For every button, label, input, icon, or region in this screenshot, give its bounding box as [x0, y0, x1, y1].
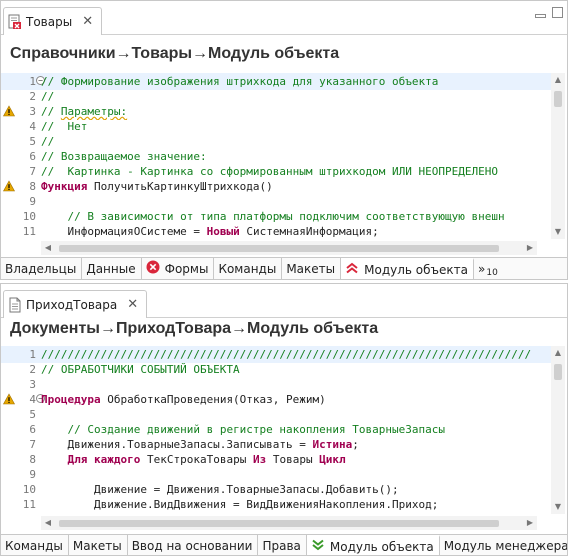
- catalog-doc-icon: [8, 14, 22, 30]
- window-controls: [535, 7, 563, 18]
- scroll-up-icon[interactable]: ▲: [551, 346, 565, 360]
- scroll-down-icon[interactable]: ▼: [551, 500, 565, 514]
- module-tab[interactable]: Права: [258, 535, 307, 555]
- editor-tabbar: Товары ✕: [1, 1, 567, 35]
- module-tab-label: Ввод на основании: [131, 538, 253, 553]
- horizontal-scrollbar[interactable]: ◀ ▶: [41, 516, 537, 530]
- more-tabs-button[interactable]: » 10: [474, 258, 502, 279]
- document-icon: [8, 297, 22, 313]
- code-line[interactable]: 11 Движение.ВидДвижения = ВидДвиженияНак…: [1, 496, 552, 513]
- module-tab[interactable]: Команды: [1, 535, 69, 555]
- scroll-left-icon[interactable]: ◀: [41, 516, 55, 530]
- scroll-thumb[interactable]: [554, 91, 562, 107]
- horizontal-scrollbar[interactable]: ◀ ▶: [41, 241, 537, 255]
- close-icon[interactable]: ✕: [127, 297, 138, 312]
- module-tab[interactable]: Данные: [82, 258, 142, 279]
- module-tab[interactable]: Макеты: [282, 258, 342, 279]
- vertical-scrollbar[interactable]: ▲ ▼: [551, 73, 565, 239]
- close-icon[interactable]: ✕: [82, 14, 93, 29]
- catalog-editor-pane: Товары ✕ Справочники→Товары→Модуль объек…: [0, 0, 568, 280]
- code-editor[interactable]: 1///////////////////////////////////////…: [1, 346, 567, 514]
- module-tabs: Владельцы Данные Формы Команды Макеты Модуль …: [1, 257, 567, 279]
- more-tabs-icon: »: [478, 261, 486, 276]
- code-text: ИнформацияОСистеме = Новый СистемнаяИнфо…: [41, 225, 379, 238]
- module-tab[interactable]: Модуль объекта: [341, 258, 474, 279]
- scroll-up-icon[interactable]: ▲: [551, 73, 565, 87]
- editor-tab-prihodtovara[interactable]: ПриходТовара ✕: [3, 290, 148, 318]
- module-tab-label: Данные: [86, 261, 136, 276]
- module-tab-label: Модуль менеджера: [443, 538, 568, 553]
- module-tab[interactable]: Макеты: [68, 535, 128, 555]
- module-tab-label: Модуль объекта: [329, 539, 434, 554]
- scroll-right-icon[interactable]: ▶: [523, 516, 537, 530]
- module-tabs: Команды Макеты Ввод на основании Права Модул…: [1, 534, 568, 555]
- module-tab[interactable]: Ввод на основании: [127, 535, 259, 555]
- scroll-thumb[interactable]: [59, 245, 499, 252]
- document-editor-pane: ПриходТовара ✕ Документы→ПриходТовара→Мо…: [0, 283, 568, 556]
- scroll-right-icon[interactable]: ▶: [523, 241, 537, 255]
- minimize-icon[interactable]: [535, 14, 546, 18]
- module-tab[interactable]: Владельцы: [1, 258, 83, 279]
- scroll-down-icon[interactable]: ▼: [551, 225, 565, 239]
- code-editor[interactable]: 1−// Формирование изображения штрихкода …: [1, 73, 567, 239]
- module-tab[interactable]: Команды: [214, 258, 283, 279]
- module-tab-label: Макеты: [286, 261, 336, 276]
- module-tab-label: Команды: [218, 261, 277, 276]
- module-tab-label: Формы: [164, 261, 209, 276]
- module-icon: [311, 539, 325, 554]
- module-icon: [345, 262, 359, 277]
- scroll-thumb[interactable]: [59, 520, 499, 527]
- editor-tabbar: ПриходТовара ✕: [1, 284, 567, 318]
- module-tab[interactable]: Модуль менеджера: [439, 535, 568, 555]
- scroll-thumb[interactable]: [554, 364, 562, 380]
- module-tab-label: Права: [262, 538, 301, 553]
- code-line[interactable]: 11 ИнформацияОСистеме = Новый СистемнаяИ…: [1, 223, 552, 240]
- editor-tab-label: Товары: [26, 14, 73, 29]
- code-text: Движение.ВидДвижения = ВидДвиженияНакопл…: [41, 498, 439, 511]
- module-tab-label: Макеты: [72, 538, 122, 553]
- editor-title: Справочники→Товары→Модуль объекта: [10, 45, 340, 62]
- more-tabs-count: 10: [486, 267, 498, 278]
- line-number: 11: [22, 498, 36, 511]
- editor-title: Документы→ПриходТовара→Модуль объекта: [10, 320, 379, 337]
- module-tab[interactable]: Формы: [141, 258, 215, 279]
- module-tab-label: Модуль объекта: [364, 262, 468, 277]
- module-tab-label: Команды: [5, 538, 63, 553]
- line-number: 11: [22, 225, 36, 238]
- forms-icon: [146, 260, 160, 277]
- module-tab-label: Владельцы: [5, 261, 77, 276]
- vertical-scrollbar[interactable]: ▲ ▼: [551, 346, 565, 514]
- editor-tab-tovary[interactable]: Товары ✕: [3, 7, 103, 35]
- maximize-icon[interactable]: [552, 7, 563, 18]
- scroll-left-icon[interactable]: ◀: [41, 241, 55, 255]
- module-tab[interactable]: Модуль объекта: [306, 535, 440, 555]
- editor-tab-label: ПриходТовара: [26, 297, 118, 312]
